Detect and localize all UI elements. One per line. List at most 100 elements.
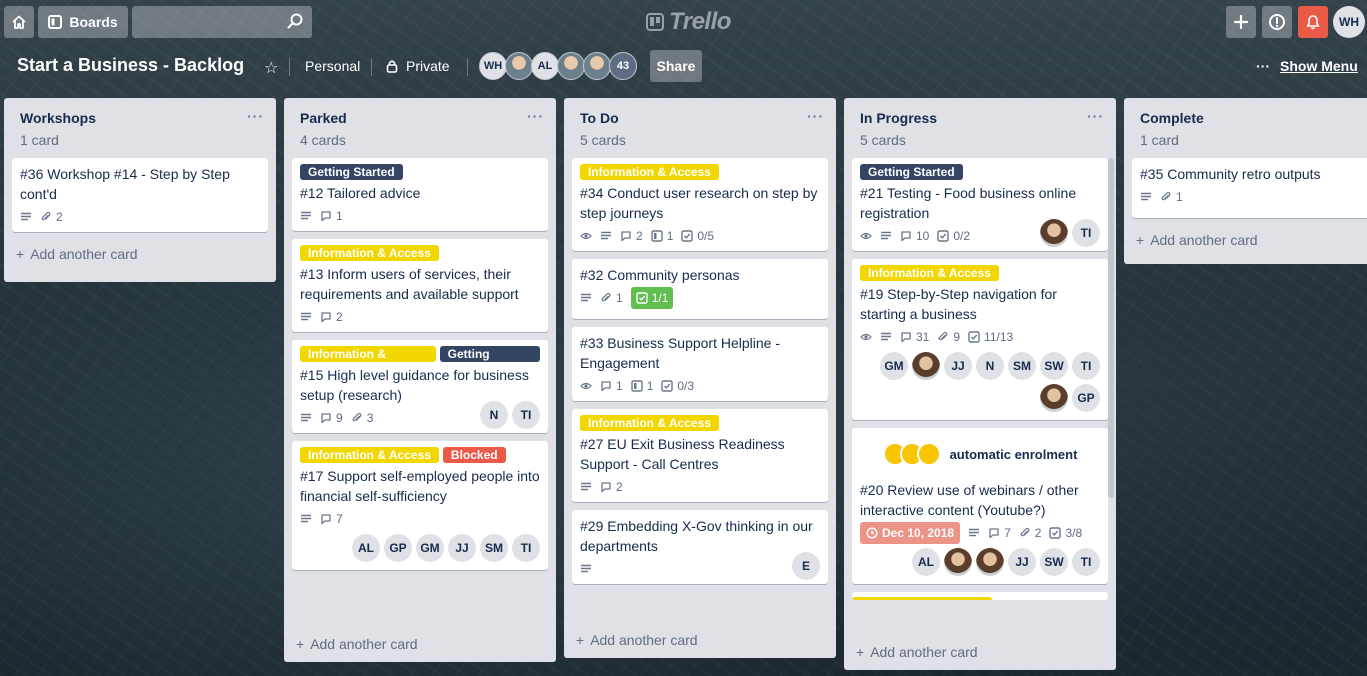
card[interactable]: Getting Started #12 Tailored advice 1: [292, 158, 548, 231]
member-avatar[interactable]: AL: [352, 534, 380, 562]
card-label[interactable]: Getting Started: [439, 346, 540, 377]
comments-badge-count: 7: [1004, 526, 1011, 540]
home-button[interactable]: [4, 6, 34, 38]
share-button[interactable]: Share: [650, 50, 702, 82]
member-avatar[interactable]: TI: [1072, 548, 1100, 576]
checklist-badge-count: 3/8: [1065, 526, 1083, 540]
card-badges: 1: [300, 203, 540, 229]
card[interactable]: #32 Community personas 1 1/1: [572, 259, 828, 319]
star-icon[interactable]: ☆: [264, 58, 278, 78]
member-avatar[interactable]: [912, 352, 940, 380]
member-count[interactable]: 43: [609, 52, 637, 80]
add-card-button[interactable]: + Add another card: [564, 626, 706, 658]
list-title[interactable]: Complete: [1140, 110, 1367, 126]
board-team-button[interactable]: Personal: [305, 58, 360, 74]
card-label[interactable]: Information & Access: [580, 164, 719, 180]
member-avatar[interactable]: [976, 548, 1004, 576]
comments-badge-count: 1: [616, 379, 623, 393]
member-avatar[interactable]: GM: [416, 534, 444, 562]
list-menu-icon[interactable]: ···: [1087, 108, 1104, 124]
member-avatar[interactable]: TI: [1072, 352, 1100, 380]
plus-icon: +: [296, 636, 305, 652]
member-avatar[interactable]: N: [976, 352, 1004, 380]
member-avatar[interactable]: GM: [880, 352, 908, 380]
card[interactable]: #35 Community retro outputs 1: [1132, 158, 1367, 218]
card[interactable]: automatic enrolment #20 Review use of web…: [852, 428, 1108, 584]
card[interactable]: #33 Business Support Helpline - Engageme…: [572, 327, 828, 401]
member-avatar[interactable]: GP: [1072, 384, 1100, 412]
list-menu-icon[interactable]: ···: [807, 108, 824, 124]
board-link-badge-count: 1: [666, 229, 674, 243]
list-menu-icon[interactable]: ···: [247, 108, 264, 124]
add-card-button[interactable]: + Add another card: [1124, 226, 1367, 258]
member-avatar[interactable]: AL: [912, 548, 940, 576]
member-avatar[interactable]: GP: [384, 534, 412, 562]
show-menu-link[interactable]: ··· Show Menu: [1256, 58, 1358, 74]
card[interactable]: Information & Access #27 EU Exit Business…: [572, 409, 828, 502]
member-avatar[interactable]: [505, 52, 533, 80]
card-cover-image: automatic enrolment: [860, 436, 1100, 472]
member-avatar[interactable]: TI: [512, 401, 540, 429]
member-avatar[interactable]: AL: [531, 52, 559, 80]
lock-icon: [386, 60, 398, 73]
card[interactable]: Getting Started #21 Testing - Food busine…: [852, 158, 1108, 251]
card[interactable]: #29 Embedding X-Gov thinking in our depa…: [572, 510, 828, 584]
card-label[interactable]: Getting Started: [300, 164, 403, 180]
search-input[interactable]: [132, 6, 312, 38]
card[interactable]: Information & Access Getting Started #15 H…: [292, 340, 548, 433]
board-visibility-button[interactable]: Private: [386, 58, 450, 74]
list-title[interactable]: Parked: [300, 110, 556, 126]
member-avatar[interactable]: [557, 52, 585, 80]
card[interactable]: Information & Access Blocked #17 Support s…: [292, 441, 548, 570]
list-title[interactable]: Workshops: [20, 110, 276, 126]
card[interactable]: Information & Access #19 Step-by-Step nav…: [852, 259, 1108, 420]
member-avatar[interactable]: JJ: [448, 534, 476, 562]
member-avatar[interactable]: E: [792, 552, 820, 580]
search-icon[interactable]: [286, 12, 304, 30]
card[interactable]: Information & Access #13 Inform users of …: [292, 239, 548, 332]
list-menu-icon[interactable]: ···: [527, 108, 544, 124]
checklist-badge-count: 11/13: [984, 330, 1014, 344]
member-avatar[interactable]: SW: [1040, 352, 1068, 380]
card[interactable]: #36 Workshop #14 - Step by Step cont'd 2: [12, 158, 268, 232]
user-avatar[interactable]: WH: [1333, 6, 1365, 38]
boards-button[interactable]: Boards: [38, 6, 128, 38]
list-scrollbar[interactable]: [1108, 158, 1114, 498]
member-avatar[interactable]: [944, 548, 972, 576]
member-avatar[interactable]: TI: [512, 534, 540, 562]
info-button[interactable]: [1262, 6, 1292, 38]
card-label[interactable]: Information & Access: [300, 346, 436, 377]
card-label[interactable]: Information & Access: [580, 415, 719, 431]
member-avatar[interactable]: SW: [1040, 548, 1068, 576]
card-label[interactable]: Information & Access: [300, 245, 439, 261]
add-card-button[interactable]: + Add another card: [844, 638, 986, 670]
card-label[interactable]: Getting Started: [860, 164, 963, 180]
card-label[interactable]: Information & Access: [860, 265, 999, 281]
card[interactable]: [852, 592, 1108, 600]
member-avatar[interactable]: WH: [479, 52, 507, 80]
member-avatar[interactable]: N: [480, 401, 508, 429]
member-avatar[interactable]: JJ: [944, 352, 972, 380]
card-badges: 1 1/1: [580, 285, 820, 311]
member-avatar[interactable]: [1040, 384, 1068, 412]
card-labels: Information & Access: [300, 245, 540, 261]
create-button[interactable]: [1226, 6, 1256, 38]
card[interactable]: Information & Access #34 Conduct user res…: [572, 158, 828, 251]
member-avatar[interactable]: [583, 52, 611, 80]
list-title[interactable]: In Progress: [860, 110, 1116, 126]
card-label[interactable]: Information & Access: [300, 447, 439, 463]
member-avatar[interactable]: TI: [1072, 219, 1100, 247]
add-card-button[interactable]: + Add another card: [284, 630, 426, 662]
board-title[interactable]: Start a Business - Backlog: [17, 55, 244, 76]
notifications-button[interactable]: [1298, 6, 1328, 38]
checklist-icon: [681, 230, 694, 242]
member-avatar[interactable]: JJ: [1008, 548, 1036, 576]
add-card-button[interactable]: + Add another card: [4, 240, 276, 272]
trello-logo[interactable]: Trello: [646, 7, 731, 37]
list-title[interactable]: To Do: [580, 110, 836, 126]
member-avatar[interactable]: SM: [480, 534, 508, 562]
card-label[interactable]: Blocked: [442, 447, 506, 463]
member-avatar[interactable]: SM: [1008, 352, 1036, 380]
attachments-badge: 3: [351, 407, 373, 429]
member-avatar[interactable]: [1040, 219, 1068, 247]
